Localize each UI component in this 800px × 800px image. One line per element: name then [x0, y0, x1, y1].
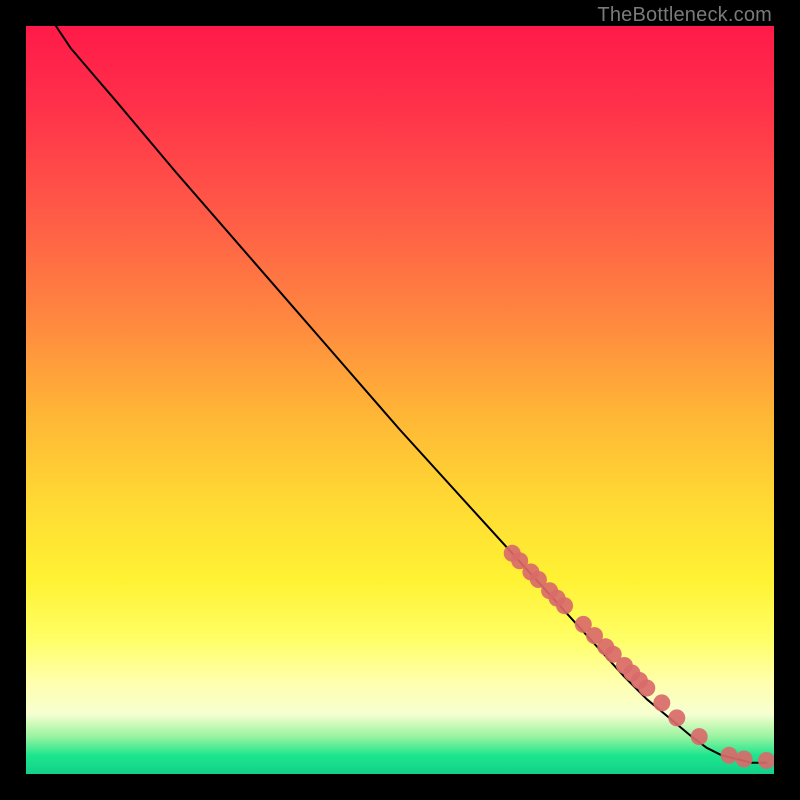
data-point [736, 751, 753, 768]
data-point [653, 694, 670, 711]
data-point [758, 752, 774, 769]
data-point [638, 680, 655, 697]
data-point [668, 709, 685, 726]
chart-overlay [26, 26, 774, 774]
plot-area [26, 26, 774, 774]
curve-line [56, 26, 767, 763]
data-point [691, 728, 708, 745]
chart-frame: TheBottleneck.com [0, 0, 800, 800]
curve-path [56, 26, 767, 763]
watermark-text: TheBottleneck.com [597, 4, 772, 27]
scatter-points [504, 545, 774, 769]
data-point [556, 597, 573, 614]
data-point [721, 747, 738, 764]
